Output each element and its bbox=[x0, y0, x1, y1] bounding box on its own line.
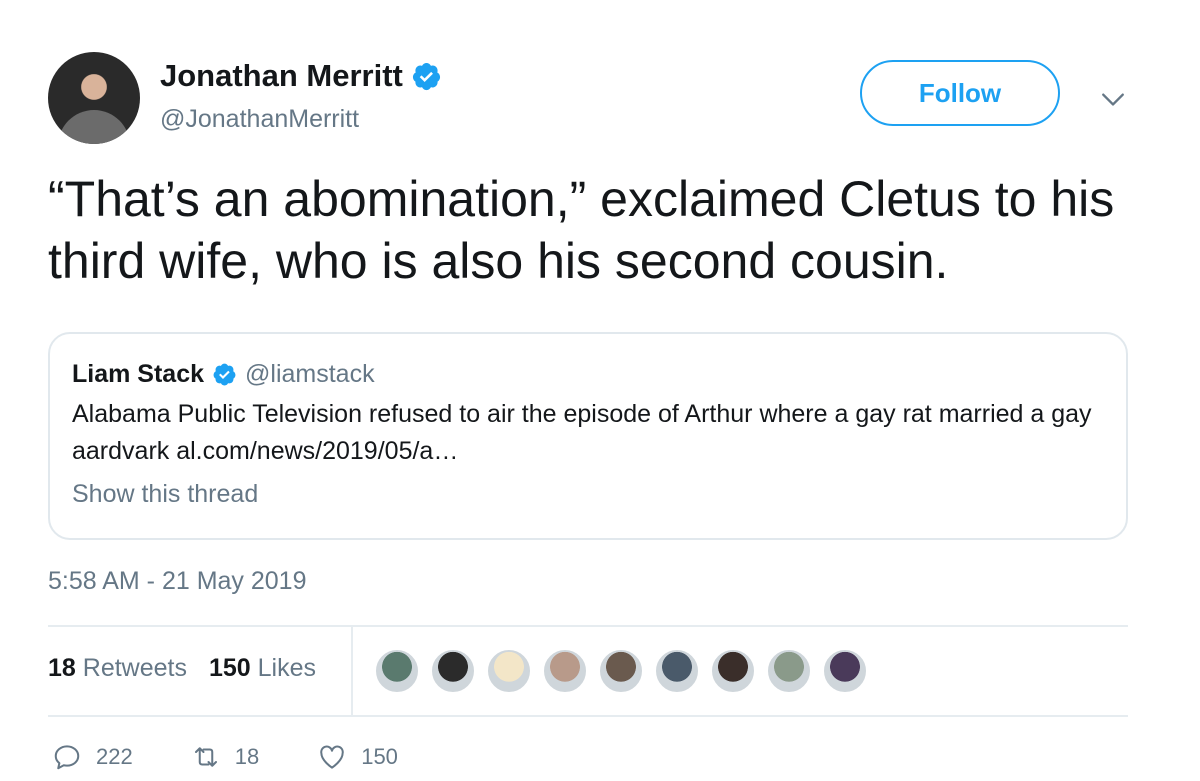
author-avatar[interactable] bbox=[48, 52, 140, 144]
author-handle[interactable]: @JonathanMerritt bbox=[160, 105, 359, 134]
quoted-tweet-header: Liam Stack @liamstack bbox=[72, 360, 375, 389]
author-name[interactable]: Jonathan Merritt bbox=[160, 58, 403, 94]
tweet-text: “That’s an abomination,” exclaimed Cletu… bbox=[48, 171, 1115, 289]
liker-avatar[interactable] bbox=[430, 648, 476, 694]
show-thread-link[interactable]: Show this thread bbox=[72, 480, 258, 509]
stats-separator bbox=[351, 627, 353, 715]
liker-avatar[interactable] bbox=[374, 648, 420, 694]
reply-button[interactable]: 222 bbox=[52, 742, 133, 772]
verified-badge-icon bbox=[412, 62, 440, 90]
tweet-actions: 222 18 150 bbox=[52, 742, 456, 772]
likes-count: 150 bbox=[208, 654, 251, 682]
divider bbox=[48, 625, 1128, 627]
likes-stat[interactable]: 150 Likes bbox=[209, 654, 316, 683]
quoted-tweet-text: Alabama Public Television refused to air… bbox=[72, 400, 1092, 465]
engagement-stats: 18 Retweets 150 Likes bbox=[48, 654, 316, 683]
like-button[interactable]: 150 bbox=[317, 742, 398, 772]
quoted-author-name: Liam Stack bbox=[72, 360, 205, 388]
liker-avatar[interactable] bbox=[654, 648, 700, 694]
reply-count: 222 bbox=[96, 744, 133, 769]
like-count: 150 bbox=[361, 744, 398, 769]
liker-avatars bbox=[374, 648, 868, 694]
liker-avatar[interactable] bbox=[598, 648, 644, 694]
retweets-stat[interactable]: 18 Retweets bbox=[48, 654, 187, 683]
chevron-down-icon[interactable] bbox=[1100, 86, 1126, 112]
author-name-row[interactable]: Jonathan Merritt bbox=[160, 58, 442, 94]
retweets-label: Retweets bbox=[82, 654, 187, 682]
retweets-count: 18 bbox=[48, 654, 76, 682]
liker-avatar[interactable] bbox=[486, 648, 532, 694]
heart-icon bbox=[320, 745, 344, 769]
follow-button[interactable]: Follow bbox=[860, 60, 1060, 126]
retweet-count: 18 bbox=[234, 744, 260, 769]
retweet-button[interactable]: 18 bbox=[191, 742, 259, 772]
divider bbox=[48, 715, 1128, 717]
reply-icon bbox=[54, 745, 80, 770]
likes-label: Likes bbox=[257, 654, 317, 682]
quoted-author-handle: @liamstack bbox=[245, 360, 375, 388]
liker-avatar[interactable] bbox=[542, 648, 588, 694]
tweet-timestamp[interactable]: 5:58 AM - 21 May 2019 bbox=[48, 567, 306, 596]
liker-avatar[interactable] bbox=[822, 648, 868, 694]
avatar-figure bbox=[58, 110, 130, 144]
verified-badge-icon bbox=[213, 363, 236, 386]
liker-avatar[interactable] bbox=[766, 648, 812, 694]
liker-avatar[interactable] bbox=[710, 648, 756, 694]
retweet-icon bbox=[194, 747, 217, 767]
